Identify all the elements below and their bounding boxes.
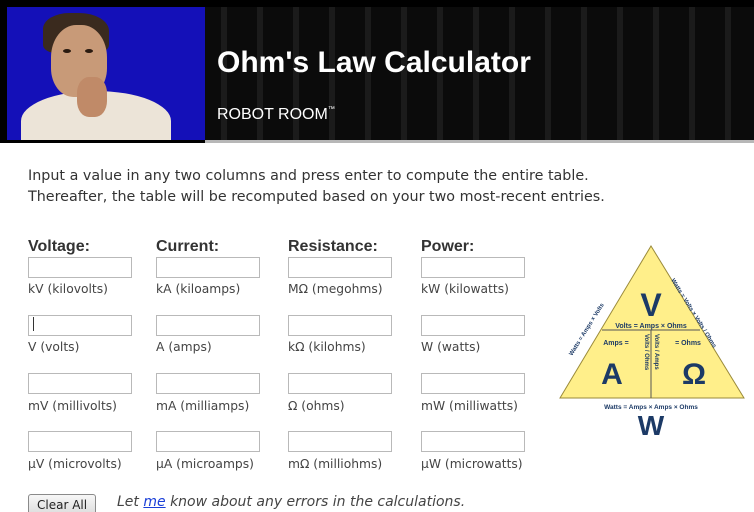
- kiloamps-input[interactable]: [156, 257, 260, 278]
- instructions-line-1: Input a value in any two columns and pre…: [28, 168, 589, 184]
- error-report-note: Let me know about any errors in the calc…: [117, 494, 465, 510]
- ohms-formula-vertical: Volts / Amps: [653, 334, 659, 370]
- milliamps-label: mA (milliamps): [156, 399, 250, 413]
- instructions: Input a value in any two columns and pre…: [28, 166, 728, 208]
- megohms-label: MΩ (megohms): [288, 282, 383, 296]
- author-photo: [7, 7, 205, 140]
- ohms-letter: Ω: [682, 358, 706, 391]
- watts-letter: W: [638, 410, 665, 441]
- microwatts-input[interactable]: [421, 431, 525, 452]
- note-suffix: know about any errors in the calculation…: [165, 494, 466, 510]
- kilowatts-label: kW (kilowatts): [421, 282, 509, 296]
- amps-letter: A: [601, 358, 623, 391]
- milliwatts-input[interactable]: [421, 373, 525, 394]
- clear-all-button[interactable]: Clear All: [28, 494, 97, 512]
- note-prefix: Let: [117, 494, 144, 510]
- power-heading: Power:: [421, 238, 475, 255]
- resistance-heading: Resistance:: [288, 238, 378, 255]
- ohms-input[interactable]: [288, 373, 392, 394]
- milliohms-label: mΩ (milliohms): [288, 457, 383, 471]
- amps-input[interactable]: [156, 315, 260, 336]
- microvolts-label: μV (microvolts): [28, 457, 122, 471]
- amps-formula-vertical: Volts / Ohms: [643, 334, 649, 371]
- kilohms-label: kΩ (kilohms): [288, 340, 366, 354]
- instructions-line-2: Thereafter, the table will be recomputed…: [28, 189, 605, 205]
- millivolts-input[interactable]: [28, 373, 132, 394]
- watts-label: W (watts): [421, 340, 481, 354]
- volts-letter: V: [640, 287, 662, 323]
- site-brand[interactable]: ROBOT ROOM™: [217, 106, 335, 124]
- amps-label: A (amps): [156, 340, 212, 354]
- milliwatts-label: mW (milliwatts): [421, 399, 518, 413]
- volts-formula: Volts = Amps × Ohms: [615, 323, 687, 330]
- brand-name: ROBOT ROOM: [217, 106, 328, 123]
- trademark-mark: ™: [327, 106, 335, 113]
- volts-label: V (volts): [28, 340, 80, 354]
- megohms-input[interactable]: [288, 257, 392, 278]
- ohms-law-triangle: V Volts = Amps × Ohms Amps = = Ohms Volt…: [559, 245, 745, 441]
- millivolts-label: mV (millivolts): [28, 399, 117, 413]
- voltage-heading: Voltage:: [28, 238, 90, 255]
- header-banner: Ohm's Law Calculator ROBOT ROOM™: [0, 0, 754, 143]
- volts-input[interactable]: [28, 315, 132, 336]
- page-title: Ohm's Law Calculator: [217, 46, 531, 79]
- microwatts-label: μW (microwatts): [421, 457, 523, 471]
- kiloamps-label: kA (kiloamps): [156, 282, 241, 296]
- kilovolts-label: kV (kilovolts): [28, 282, 108, 296]
- kilovolts-input[interactable]: [28, 257, 132, 278]
- kilohms-input[interactable]: [288, 315, 392, 336]
- ohms-label: Ω (ohms): [288, 399, 345, 413]
- milliamps-input[interactable]: [156, 373, 260, 394]
- header-divider: [205, 140, 754, 143]
- microamps-input[interactable]: [156, 431, 260, 452]
- amps-formula-label: Amps =: [603, 340, 628, 347]
- ohms-formula-label: = Ohms: [675, 340, 701, 347]
- milliohms-input[interactable]: [288, 431, 392, 452]
- watts-input[interactable]: [421, 315, 525, 336]
- contact-link[interactable]: me: [143, 494, 165, 510]
- text-cursor: [33, 317, 34, 331]
- microvolts-input[interactable]: [28, 431, 132, 452]
- kilowatts-input[interactable]: [421, 257, 525, 278]
- microamps-label: μA (microamps): [156, 457, 254, 471]
- current-heading: Current:: [156, 238, 220, 255]
